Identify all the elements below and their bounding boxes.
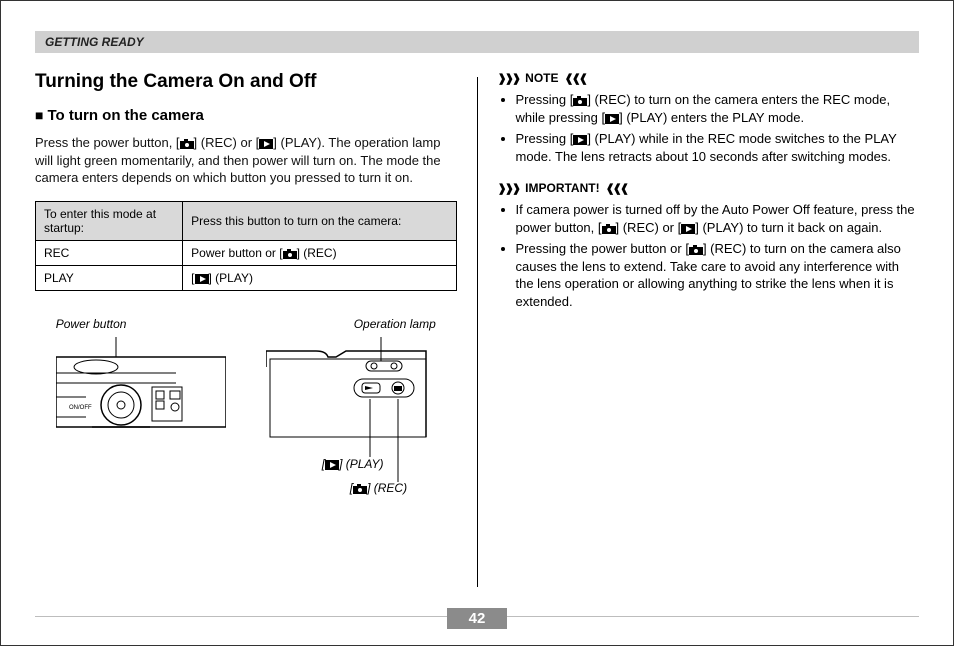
table-row: REC Power button or [] (REC) (36, 240, 457, 265)
cell-button: Power button or [] (REC) (183, 240, 456, 265)
camera-icon (602, 224, 616, 234)
cell-button: [] (PLAY) (183, 265, 456, 290)
important-item: If camera power is turned off by the Aut… (516, 201, 920, 236)
manual-page: GETTING READY Turning the Camera On and … (0, 0, 954, 646)
sub-heading: ■To turn on the camera (35, 107, 457, 124)
play-icon (681, 224, 695, 234)
wing-left-icon: ❱❱❱ (498, 182, 520, 195)
diagram-row: Power button ON/OFF (35, 317, 457, 497)
page-title: Turning the Camera On and Off (35, 71, 457, 93)
camera-back-diagram (266, 337, 436, 497)
operation-lamp-diagram: Operation lamp (266, 317, 436, 497)
wing-right-icon: ❰❰❰ (565, 72, 587, 85)
table-header-mode: To enter this mode at startup: (36, 201, 183, 240)
play-icon (605, 114, 619, 124)
power-button-diagram: Power button ON/OFF (56, 317, 226, 497)
play-callout: [] (PLAY) (322, 457, 384, 471)
play-icon (195, 274, 209, 284)
play-icon (259, 139, 273, 149)
sub-heading-text: To turn on the camera (47, 107, 203, 124)
wing-right-icon: ❰❰❰ (606, 182, 628, 195)
note-item: Pressing [] (PLAY) while in the REC mode… (516, 130, 920, 165)
intro-paragraph: Press the power button, [] (REC) or [] (… (35, 134, 457, 187)
power-button-label: Power button (56, 317, 127, 331)
important-list: If camera power is turned off by the Aut… (498, 201, 920, 310)
table-header-button: Press this button to turn on the camera: (183, 201, 456, 240)
column-divider (477, 77, 478, 587)
play-icon (573, 135, 587, 145)
camera-icon (283, 249, 297, 259)
table-row: PLAY [] (PLAY) (36, 265, 457, 290)
important-heading: ❱❱❱ IMPORTANT! ❰❰❰ (498, 181, 920, 195)
cell-mode: PLAY (36, 265, 183, 290)
important-item: Pressing the power button or [] (REC) to… (516, 240, 920, 310)
play-icon (325, 460, 339, 470)
cell-mode: REC (36, 240, 183, 265)
wing-left-icon: ❱❱❱ (498, 72, 520, 85)
camera-icon (353, 484, 367, 494)
note-label: NOTE (525, 71, 558, 85)
rec-callout: [] (REC) (350, 481, 407, 495)
note-item: Pressing [] (REC) to turn on the camera … (516, 91, 920, 126)
right-column: ❱❱❱ NOTE ❰❰❰ Pressing [] (REC) to turn o… (498, 71, 920, 587)
onoff-label: ON/OFF (69, 405, 92, 411)
section-header: GETTING READY (35, 31, 919, 53)
note-list: Pressing [] (REC) to turn on the camera … (498, 91, 920, 165)
camera-icon (573, 96, 587, 106)
note-heading: ❱❱❱ NOTE ❰❰❰ (498, 71, 920, 85)
operation-lamp-label: Operation lamp (354, 317, 436, 331)
two-column-layout: Turning the Camera On and Off ■To turn o… (35, 71, 919, 587)
important-label: IMPORTANT! (525, 181, 599, 195)
left-column: Turning the Camera On and Off ■To turn o… (35, 71, 457, 587)
camera-icon (180, 139, 194, 149)
camera-icon (689, 245, 703, 255)
startup-mode-table: To enter this mode at startup: Press thi… (35, 201, 457, 291)
page-number: 42 (447, 608, 507, 629)
camera-top-diagram: ON/OFF (56, 337, 226, 457)
square-bullet-icon: ■ (35, 107, 43, 123)
